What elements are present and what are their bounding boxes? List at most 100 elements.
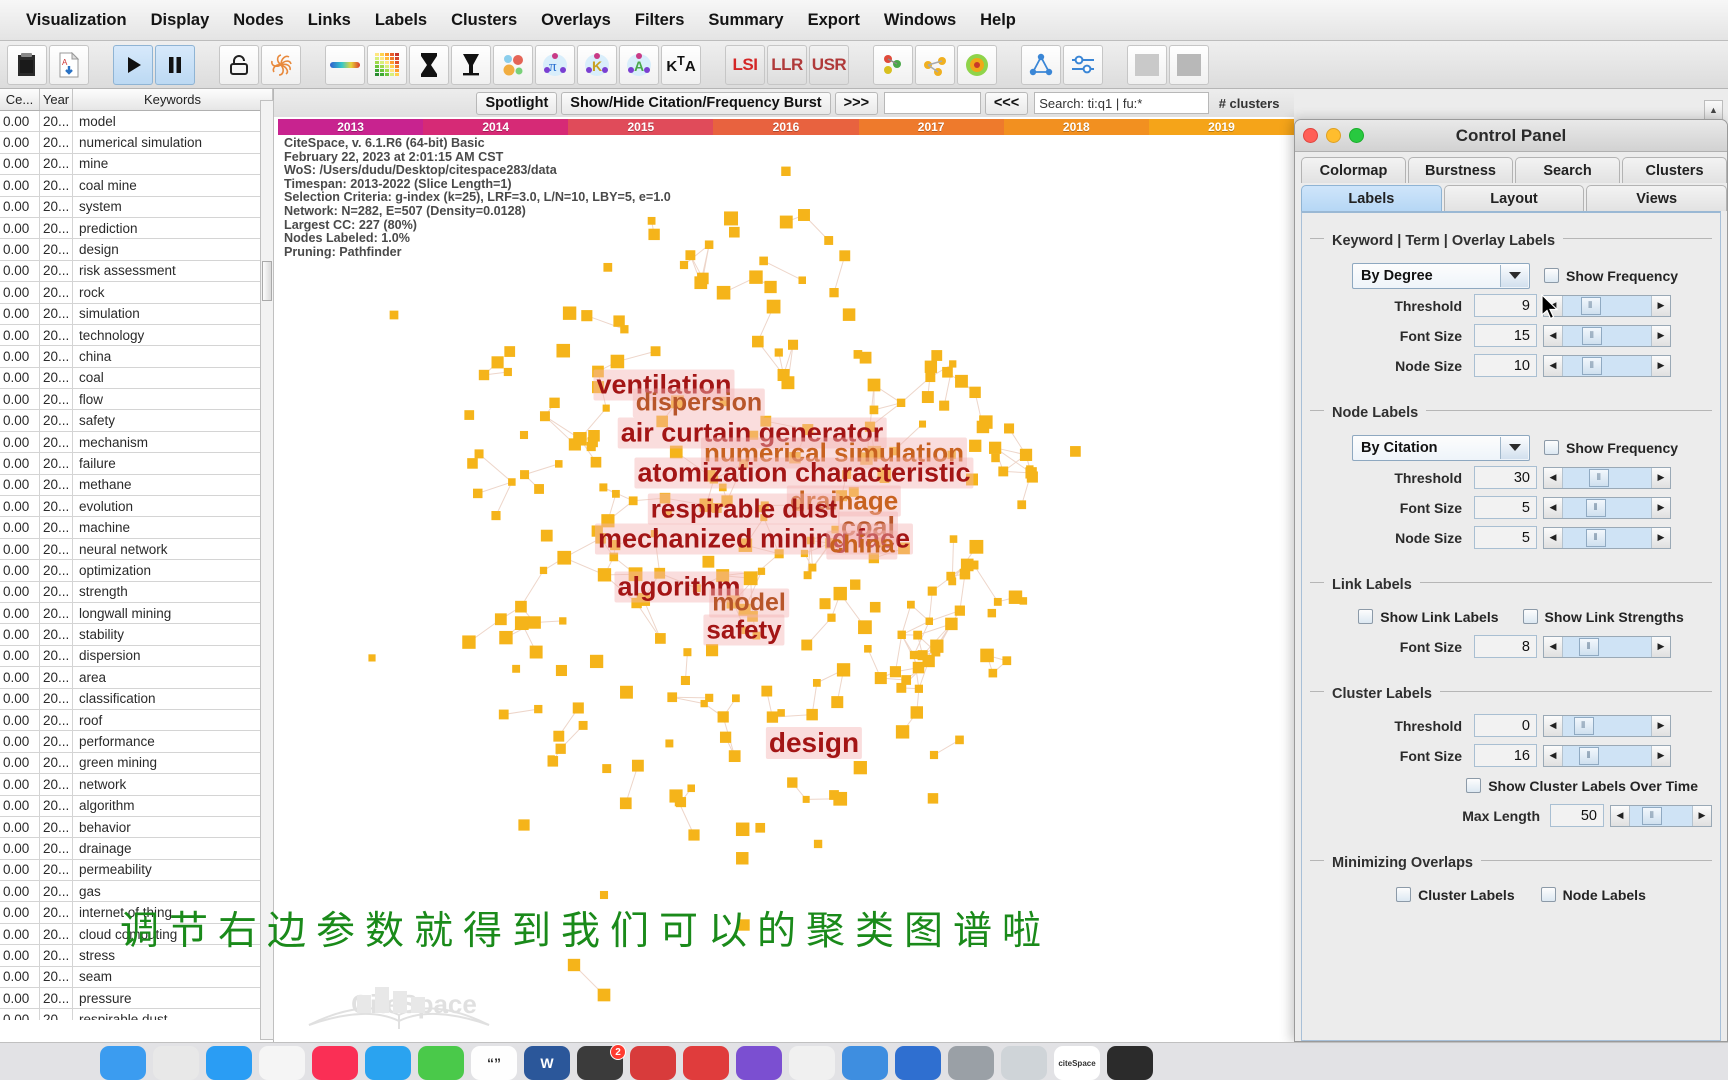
menu-item-links[interactable]: Links	[296, 8, 363, 33]
slider-right-arrow[interactable]: ▶	[1651, 745, 1670, 766]
slider-thumb[interactable]: ⦀	[1578, 637, 1599, 656]
graph-node[interactable]	[724, 211, 739, 226]
slider-cluster-threshold[interactable]: ◀ ⦀ ▶	[1543, 714, 1671, 737]
spotlight-button[interactable]: Spotlight	[476, 91, 558, 115]
graph-node[interactable]	[603, 262, 613, 272]
purple-app-icon[interactable]	[736, 1046, 782, 1080]
table-row[interactable]: 0.00 20... evolution	[0, 496, 273, 518]
slider-track[interactable]: ⦀	[1630, 805, 1692, 826]
input-keyword-term-overlay-labels-font-size[interactable]: 15	[1474, 324, 1537, 347]
graph-node[interactable]	[1008, 590, 1023, 604]
visualization-scrollbar[interactable]	[260, 100, 274, 1040]
show-frequency-checkbox[interactable]	[1544, 268, 1559, 283]
graph-node[interactable]	[942, 366, 953, 378]
graph-node[interactable]	[850, 579, 861, 590]
slider-track[interactable]: ⦀	[1563, 745, 1651, 766]
table-row[interactable]: 0.00 20... prediction	[0, 217, 273, 240]
graph-node[interactable]	[829, 287, 839, 298]
graph-node[interactable]	[927, 586, 937, 596]
graph-node[interactable]	[650, 346, 661, 357]
graph-node[interactable]	[578, 720, 588, 730]
input-node-labels-node-size[interactable]: 5	[1474, 526, 1537, 549]
table-row[interactable]: 0.00 20... simulation	[0, 303, 273, 325]
graph-node[interactable]	[777, 709, 785, 717]
slider-left-arrow[interactable]: ◀	[1544, 715, 1563, 736]
graph-node[interactable]	[802, 795, 810, 803]
graph-node[interactable]	[906, 600, 915, 609]
slider-right-arrow[interactable]: ▶	[1692, 805, 1711, 826]
table-row[interactable]: 0.00 20... rock	[0, 282, 273, 304]
graph-node[interactable]	[839, 250, 851, 262]
graph-node[interactable]	[704, 240, 714, 249]
graph-node[interactable]	[752, 335, 764, 348]
graph-node[interactable]	[728, 750, 741, 763]
graph-node[interactable]	[478, 369, 490, 381]
slider-right-arrow[interactable]: ▶	[1651, 355, 1670, 376]
table-row[interactable]: 0.00 20... performance	[0, 731, 273, 753]
graph-node[interactable]	[779, 215, 793, 229]
graph-node[interactable]	[842, 308, 856, 321]
graph-node[interactable]	[667, 692, 678, 703]
table-row[interactable]: 0.00 20... flow	[0, 389, 273, 411]
slider-link-font-size[interactable]: ◀ ⦀ ▶	[1543, 635, 1671, 658]
kta-icon[interactable]: KTA	[661, 44, 701, 85]
graph-node[interactable]	[512, 664, 521, 673]
graph-node[interactable]	[819, 598, 831, 610]
tab-search[interactable]: Search	[1515, 157, 1620, 183]
keyword-term-overlay-labels-show-frequency[interactable]: Show Frequency	[1544, 268, 1678, 284]
graph-node[interactable]	[562, 306, 577, 320]
slider-keyword-term-overlay-labels-node-size[interactable]: ◀ ⦀ ▶	[1543, 354, 1671, 377]
graph-node[interactable]	[599, 890, 609, 900]
graph-node[interactable]	[955, 374, 968, 388]
graph-node[interactable]	[687, 784, 695, 793]
gray-panel2-icon[interactable]	[1169, 44, 1209, 85]
slider-thumb[interactable]: ⦀	[1585, 498, 1606, 517]
graph-node[interactable]	[987, 608, 997, 618]
slider-left-arrow[interactable]: ◀	[1544, 355, 1563, 376]
music-icon[interactable]	[312, 1046, 358, 1080]
graph-node[interactable]	[700, 699, 708, 708]
table-row[interactable]: 0.00 20... respirable dust	[0, 1009, 273, 1020]
graph-node[interactable]	[831, 696, 844, 709]
table-row[interactable]: 0.00 20... mine	[0, 153, 273, 176]
chevron-down-icon[interactable]	[1500, 436, 1528, 459]
slider-thumb[interactable]: ⦀	[1578, 746, 1599, 765]
graph-node[interactable]	[539, 411, 550, 422]
table-row[interactable]: 0.00 20... safety	[0, 410, 273, 432]
show-cluster-labels-over-time-option[interactable]: Show Cluster Labels Over Time	[1466, 778, 1698, 794]
show-link-strengths-option[interactable]: Show Link Strengths	[1522, 609, 1684, 625]
table-row[interactable]: 0.00 20... failure	[0, 453, 273, 475]
slider-keyword-term-overlay-labels-font-size[interactable]: ◀ ⦀ ▶	[1543, 324, 1671, 347]
graph-node[interactable]	[549, 397, 560, 409]
slider-left-arrow[interactable]: ◀	[1544, 636, 1563, 657]
graph-node[interactable]	[573, 432, 587, 446]
graph-node[interactable]	[788, 339, 799, 350]
graph-node[interactable]	[946, 571, 956, 581]
graph-node[interactable]	[798, 209, 810, 221]
clipboard-icon[interactable]	[7, 44, 47, 85]
graph-node[interactable]	[1070, 446, 1081, 457]
keyword-label[interactable]: dispersion	[632, 388, 766, 418]
timeline-year-2015[interactable]: 2015	[568, 119, 714, 135]
graph-node[interactable]	[534, 704, 543, 714]
lsi-button[interactable]: LSI	[725, 44, 765, 85]
graph-node[interactable]	[829, 790, 839, 800]
keyword-label[interactable]: china	[826, 530, 898, 560]
graph-node[interactable]	[930, 639, 944, 653]
graph-node[interactable]	[897, 630, 906, 640]
tab-views[interactable]: Views	[1586, 185, 1727, 211]
graph-node[interactable]	[764, 280, 777, 294]
slider-left-arrow[interactable]: ◀	[1544, 497, 1563, 518]
word-icon[interactable]: W	[524, 1046, 570, 1080]
graph-node[interactable]	[761, 685, 773, 697]
timeline-year-2018[interactable]: 2018	[1003, 119, 1149, 135]
table-row[interactable]: 0.00 20... dispersion	[0, 645, 273, 668]
minimize-cluster-labels-option[interactable]: Cluster Labels	[1396, 887, 1515, 903]
slider-track[interactable]: ⦀	[1563, 527, 1651, 548]
keyword-label[interactable]: atomization characteristic	[634, 457, 974, 489]
slider-right-arrow[interactable]: ▶	[1651, 636, 1670, 657]
graph-node[interactable]	[612, 489, 620, 498]
graph-node[interactable]	[528, 616, 541, 629]
graph-node[interactable]	[749, 270, 763, 284]
graph-node[interactable]	[534, 484, 544, 494]
